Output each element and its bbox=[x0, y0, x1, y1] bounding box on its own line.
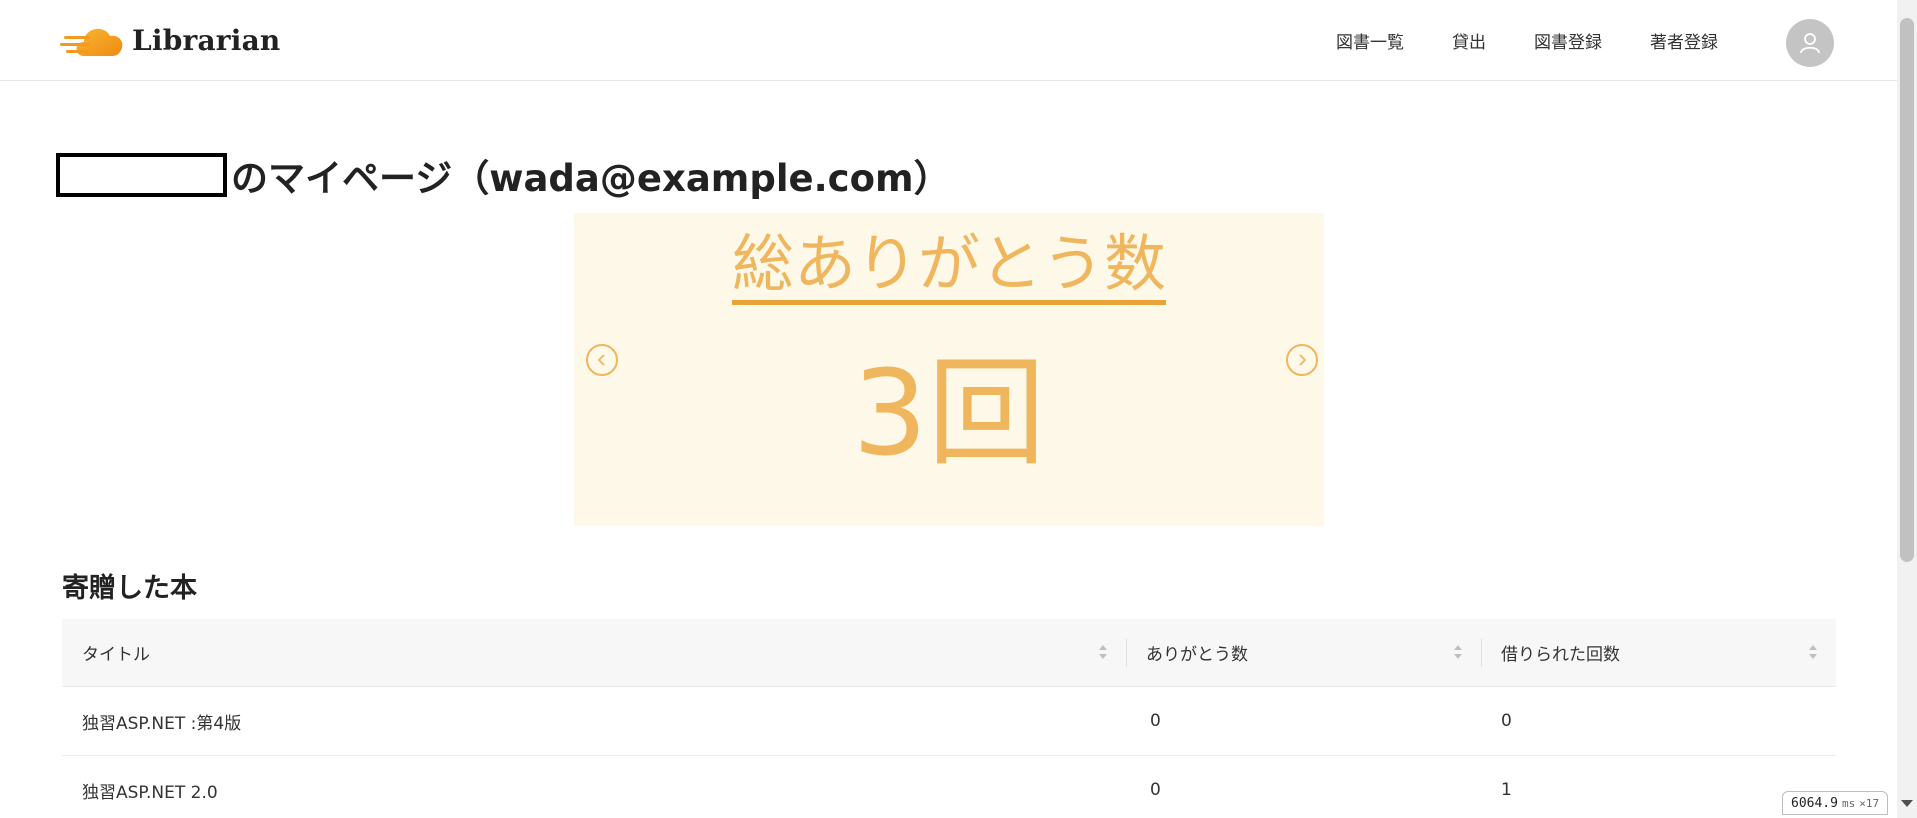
timing-badge: 6064.9 ms ×17 bbox=[1782, 791, 1889, 815]
stats-carousel: 総ありがとう数 3回 bbox=[574, 213, 1324, 526]
sort-icon[interactable] bbox=[1808, 643, 1818, 661]
user-icon bbox=[1800, 33, 1820, 54]
nav-author-register[interactable]: 著者登録 bbox=[1650, 28, 1718, 53]
cloud-logo-icon bbox=[60, 28, 123, 56]
chevron-left-icon bbox=[597, 354, 605, 366]
page-title-row: のマイページ（wada@example.com） bbox=[56, 148, 951, 202]
redacted-user-name bbox=[56, 153, 227, 197]
nav-book-list[interactable]: 図書一覧 bbox=[1336, 28, 1404, 53]
cell-thanks: 0 bbox=[1150, 711, 1161, 731]
column-header-thanks[interactable]: ありがとう数 bbox=[1126, 619, 1481, 687]
page-title: のマイページ（wada@example.com） bbox=[231, 157, 951, 200]
donated-books-table: タイトル ありがとう数 借りられた回数 独習ASP.NET:第4版 0 0 独… bbox=[62, 619, 1836, 818]
scroll-down-arrow-icon[interactable] bbox=[1901, 800, 1913, 807]
top-header: Librarian 図書一覧 貸出 図書登録 著者登録 bbox=[0, 0, 1897, 81]
column-label: 借りられた回数 bbox=[1501, 645, 1620, 665]
cell-title: 独習ASP.NET :第4版 bbox=[82, 713, 242, 734]
column-label: ありがとう数 bbox=[1146, 645, 1248, 665]
app-logo[interactable]: Librarian bbox=[60, 20, 281, 60]
page: Librarian 図書一覧 貸出 図書登録 著者登録 のマイページ（wada@… bbox=[0, 0, 1917, 818]
carousel-heading-link[interactable]: 総ありがとう数 bbox=[731, 227, 1166, 305]
carousel-prev-button[interactable] bbox=[586, 344, 618, 376]
table-header: タイトル ありがとう数 借りられた回数 bbox=[62, 619, 1836, 687]
column-header-borrowed[interactable]: 借りられた回数 bbox=[1481, 619, 1836, 687]
main-nav: 図書一覧 貸出 図書登録 著者登録 bbox=[1336, 28, 1718, 53]
timing-unit: ms bbox=[1841, 796, 1856, 810]
nav-lending[interactable]: 貸出 bbox=[1452, 28, 1486, 53]
carousel-value: 3回 bbox=[852, 344, 1046, 482]
table-row[interactable]: 独習ASP.NET 2.0 0 1 bbox=[62, 756, 1836, 818]
vertical-scrollbar[interactable] bbox=[1897, 0, 1917, 818]
timing-value: 6064.9 bbox=[1791, 795, 1838, 811]
app-name: Librarian bbox=[132, 23, 281, 57]
cell-borrowed: 0 bbox=[1501, 711, 1512, 731]
user-avatar[interactable] bbox=[1786, 19, 1834, 67]
cell-title: 独習ASP.NET 2.0 bbox=[82, 782, 218, 803]
timing-count: ×17 bbox=[1859, 796, 1880, 810]
nav-book-register[interactable]: 図書登録 bbox=[1534, 28, 1602, 53]
table-row[interactable]: 独習ASP.NET :第4版 0 0 bbox=[62, 687, 1836, 756]
sort-icon[interactable] bbox=[1098, 643, 1108, 661]
donated-books-title: 寄贈した本 bbox=[62, 573, 197, 604]
carousel-next-button[interactable] bbox=[1286, 344, 1318, 376]
column-label: タイトル bbox=[82, 645, 150, 665]
sort-icon[interactable] bbox=[1453, 643, 1463, 661]
chevron-right-icon bbox=[1299, 354, 1307, 366]
carousel-heading: 総ありがとう数 bbox=[574, 227, 1324, 305]
scrollbar-thumb[interactable] bbox=[1900, 18, 1914, 562]
column-header-title[interactable]: タイトル bbox=[62, 619, 1126, 687]
cell-thanks: 0 bbox=[1150, 780, 1161, 800]
